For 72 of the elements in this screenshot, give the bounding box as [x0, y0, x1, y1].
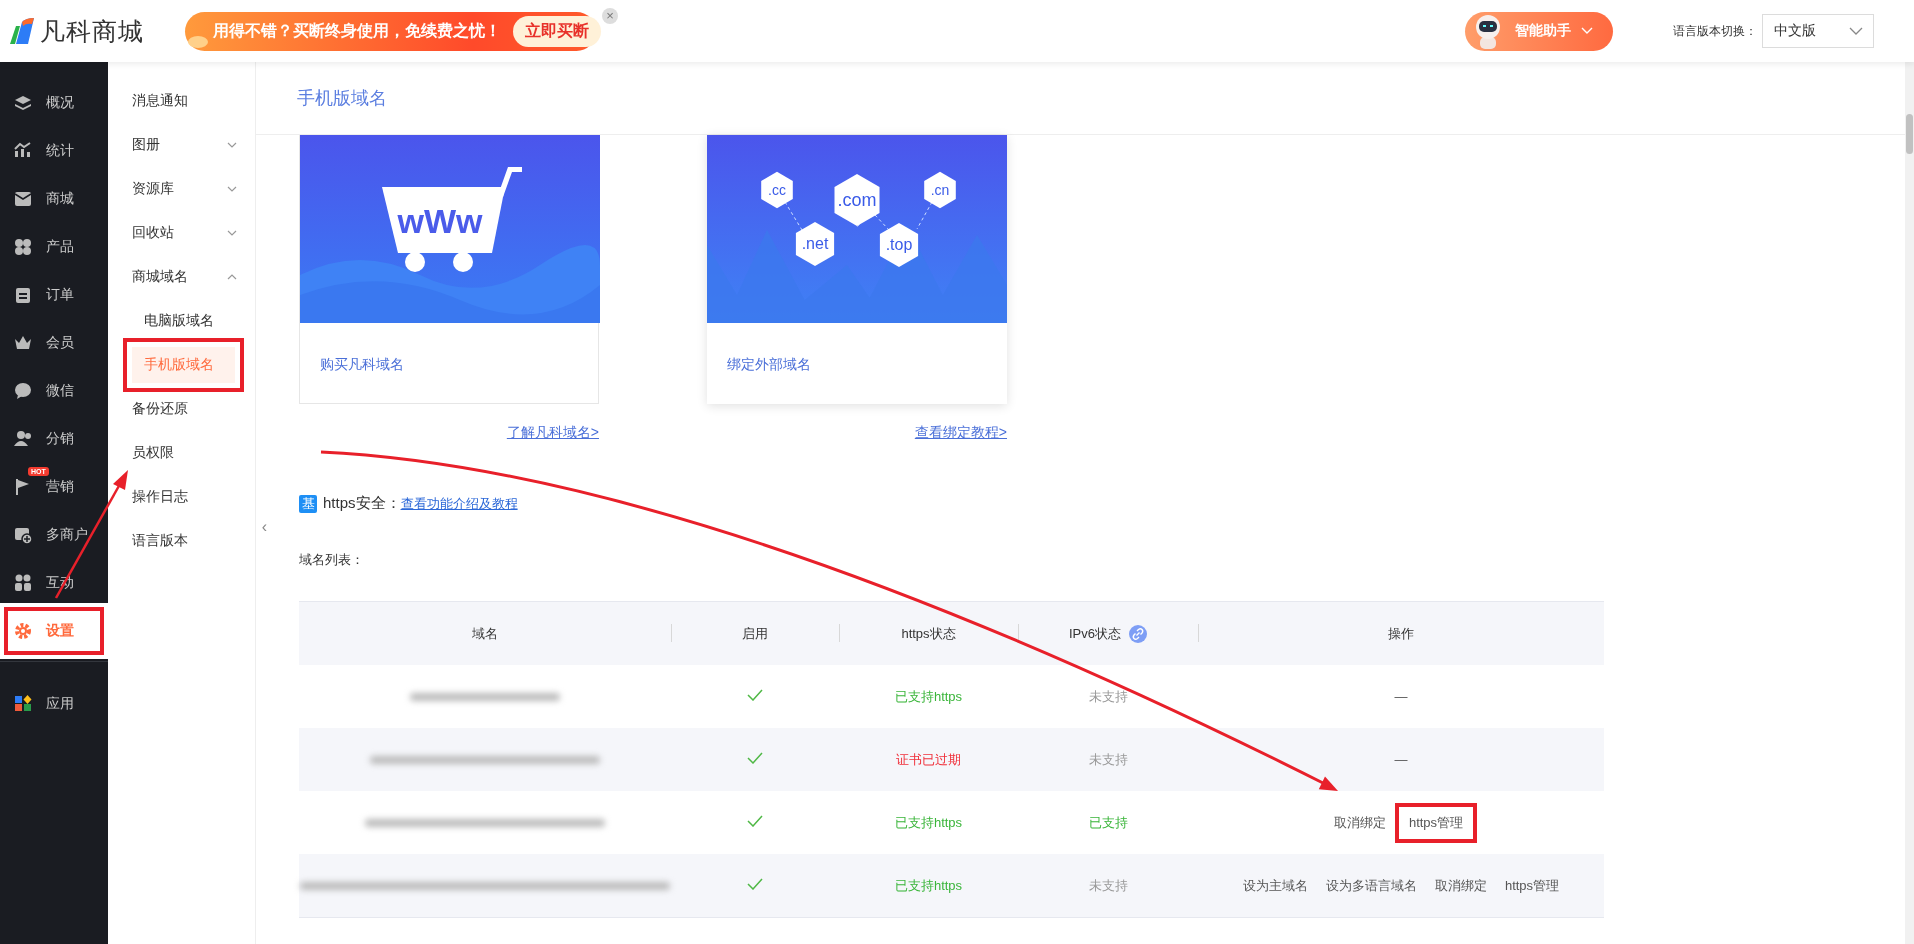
- column-header: 域名: [472, 624, 498, 643]
- apps-icon: [13, 694, 33, 714]
- ipv6-status: 未支持: [1088, 751, 1128, 767]
- nav-item[interactable]: 概况: [0, 79, 108, 127]
- action-link[interactable]: 设为主域名: [1242, 876, 1308, 895]
- nav-item[interactable]: 多商户: [0, 511, 108, 559]
- column-header: https状态: [901, 624, 956, 643]
- action-link[interactable]: 设为多语言域名: [1325, 876, 1417, 895]
- submenu-item[interactable]: 备份还原: [108, 387, 255, 431]
- chevron-down-icon: [1849, 27, 1863, 35]
- language-select[interactable]: 中文版: [1762, 14, 1874, 48]
- submenu-item[interactable]: 电脑版域名: [108, 299, 255, 343]
- submenu-item[interactable]: 操作日志: [108, 475, 255, 519]
- column-header: 启用: [742, 624, 768, 643]
- list-label: 域名列表：: [299, 551, 365, 569]
- https-status: 已支持https: [894, 814, 963, 830]
- settings-icon: [13, 621, 33, 641]
- nav-item[interactable]: 订单: [0, 271, 108, 319]
- logo-text: 凡科商城: [40, 15, 144, 47]
- action-link[interactable]: —: [1394, 752, 1408, 767]
- ipv6-status: 未支持: [1088, 877, 1128, 893]
- nav-item[interactable]: 统计: [0, 127, 108, 175]
- help-link[interactable]: 了解凡科域名>: [506, 424, 599, 442]
- https-status: 已支持https: [894, 688, 963, 704]
- submenu-item[interactable]: 资源库: [108, 167, 255, 211]
- language-label: 语言版本切换：: [1673, 22, 1757, 40]
- coin-icon: [187, 34, 209, 49]
- promo-text: 用得不错？买断终身使用，免续费之忧！: [213, 20, 501, 41]
- chat-icon: [13, 381, 33, 401]
- chevron-down-icon: [1581, 27, 1593, 35]
- https-status: 证书已过期: [896, 751, 961, 767]
- https-label: https安全：: [323, 494, 401, 513]
- ipv6-status: 未支持: [1088, 688, 1128, 704]
- submenu-item[interactable]: 语言版本: [108, 519, 255, 563]
- submenu-item[interactable]: 回收站: [108, 211, 255, 255]
- feature-badge: 基: [299, 494, 317, 513]
- scrollbar[interactable]: [1905, 62, 1914, 944]
- help-link[interactable]: 查看绑定教程>: [914, 424, 1007, 442]
- page-title: 手机版域名: [297, 87, 387, 110]
- close-icon[interactable]: ×: [602, 8, 618, 24]
- tutorial-link[interactable]: 查看功能介绍及教程: [400, 494, 518, 513]
- nav-item[interactable]: 微信: [0, 367, 108, 415]
- column-header: IPv6状态: [1069, 624, 1121, 643]
- nav-item[interactable]: 产品: [0, 223, 108, 271]
- action-link[interactable]: https管理: [1504, 876, 1560, 895]
- nav-item[interactable]: 会员: [0, 319, 108, 367]
- action-link[interactable]: —: [1394, 689, 1408, 704]
- column-header: 操作: [1388, 624, 1414, 643]
- action-link[interactable]: https管理: [1408, 813, 1464, 832]
- option-card[interactable]: wWw 购买凡科域名: [299, 135, 599, 404]
- collapse-toggle[interactable]: ‹: [261, 518, 267, 536]
- envelope-icon: [13, 189, 33, 209]
- clipboard-icon: [13, 285, 33, 305]
- nav-item[interactable]: 分销: [0, 415, 108, 463]
- action-link[interactable]: 取消绑定: [1333, 813, 1386, 832]
- buyout-button[interactable]: 立即买断: [513, 15, 601, 47]
- nav-item[interactable]: 应用: [0, 680, 108, 728]
- submenu-item[interactable]: 员权限: [108, 431, 255, 475]
- grid-icon: [13, 237, 33, 257]
- submenu-item[interactable]: 商城域名: [108, 255, 255, 299]
- logo-icon: [8, 16, 34, 46]
- domain-illustration: .cc .com .cn .net .top: [707, 135, 1007, 323]
- action-link[interactable]: 取消绑定: [1434, 876, 1487, 895]
- option-card[interactable]: .cc .com .cn .net .top 绑定外部域名: [707, 135, 1007, 404]
- cart-illustration: wWw: [300, 135, 600, 323]
- link-icon[interactable]: [1129, 624, 1147, 643]
- ipv6-status: 已支持: [1088, 814, 1128, 830]
- layers-icon: [13, 93, 33, 113]
- submenu-item[interactable]: 消息通知: [108, 79, 255, 123]
- submenu-item[interactable]: 图册: [108, 123, 255, 167]
- nav-item[interactable]: 商城: [0, 175, 108, 223]
- https-status: 已支持https: [894, 877, 963, 893]
